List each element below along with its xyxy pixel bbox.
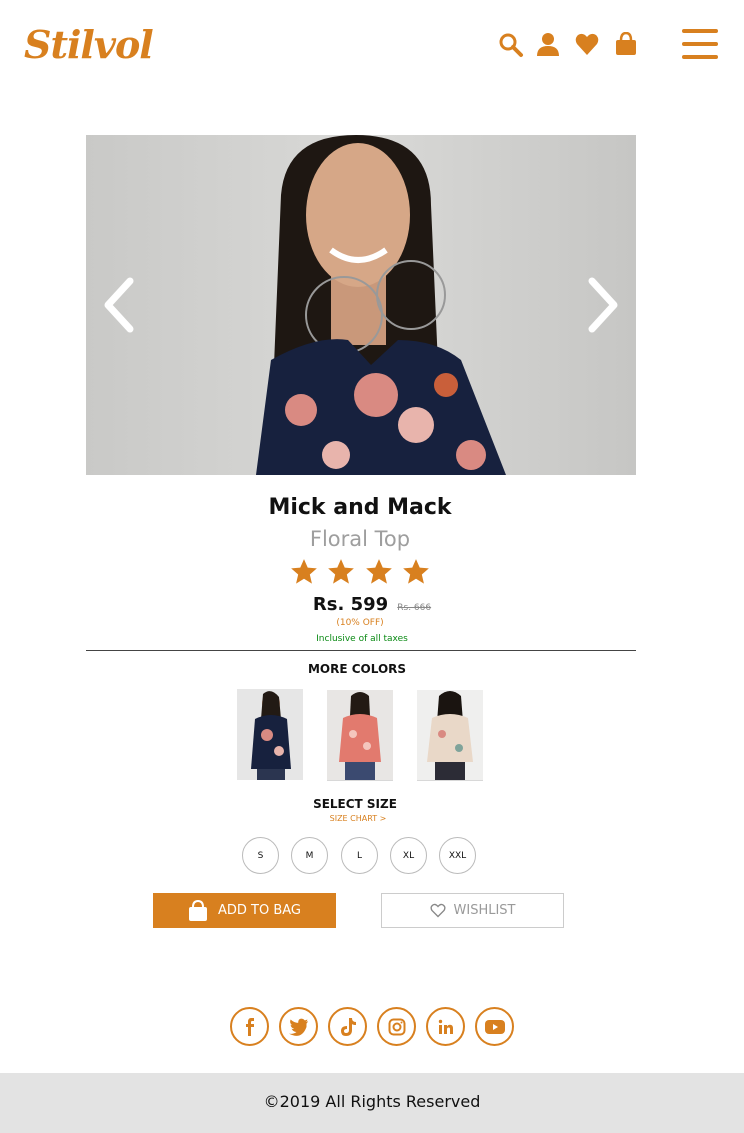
product-brand: Mick and Mack — [268, 495, 452, 520]
product-name: Floral Top — [309, 527, 411, 551]
bag-icon — [188, 899, 207, 921]
size-option-xxl[interactable]: XXL — [439, 837, 476, 874]
select-size-title: SELECT SIZE — [313, 797, 397, 811]
next-image-arrow-icon[interactable] — [582, 275, 622, 335]
star-icon — [291, 559, 317, 584]
divider — [86, 650, 636, 651]
heart-outline-icon — [429, 903, 446, 918]
facebook-icon[interactable] — [230, 1007, 269, 1046]
instagram-icon[interactable] — [377, 1007, 416, 1046]
twitter-icon[interactable] — [279, 1007, 318, 1046]
discount-label: (10% OFF) — [336, 618, 384, 628]
footer: ©2019 All Rights Reserved — [0, 1073, 744, 1133]
color-swatch-beige[interactable] — [417, 690, 483, 781]
size-option-s[interactable]: S — [242, 837, 279, 874]
original-price: Rs. 666 — [397, 603, 432, 613]
tax-note: Inclusive of all taxes — [316, 634, 408, 644]
add-to-bag-button[interactable]: ADD TO BAG — [153, 893, 336, 928]
user-icon[interactable] — [536, 32, 562, 58]
selling-price: Rs. 599 — [312, 594, 389, 615]
size-option-xl[interactable]: XL — [390, 837, 427, 874]
youtube-icon[interactable] — [475, 1007, 514, 1046]
star-icon — [328, 559, 355, 584]
add-to-bag-label: ADD TO BAG — [217, 903, 301, 918]
star-icon — [365, 559, 392, 584]
linkedin-icon[interactable] — [426, 1007, 465, 1046]
size-option-l[interactable]: L — [341, 837, 378, 874]
bag-icon[interactable] — [614, 31, 640, 58]
copyright-text: ©2019 All Rights Reserved — [263, 1092, 481, 1111]
wishlist-label: WISHLIST — [453, 903, 516, 918]
color-swatch-coral[interactable] — [327, 690, 393, 781]
previous-image-arrow-icon[interactable] — [100, 275, 140, 335]
tiktok-icon[interactable] — [328, 1007, 367, 1046]
product-image-carousel[interactable] — [86, 135, 636, 475]
size-chart-link[interactable]: SIZE CHART > — [0, 814, 716, 823]
more-colors-title: MORE COLORS — [307, 662, 407, 676]
wishlist-button[interactable]: WISHLIST — [381, 893, 564, 928]
menu-icon[interactable] — [682, 29, 718, 59]
product-photo — [86, 135, 636, 475]
search-icon[interactable] — [498, 32, 524, 58]
color-swatch-navy[interactable] — [237, 689, 303, 780]
site-logo[interactable]: Stilvol — [24, 22, 154, 67]
rating-stars — [290, 558, 430, 590]
star-icon — [403, 559, 429, 584]
price-row: Rs. 599 Rs. 666 — [0, 594, 744, 615]
heart-icon[interactable] — [575, 32, 601, 58]
size-option-m[interactable]: M — [291, 837, 328, 874]
